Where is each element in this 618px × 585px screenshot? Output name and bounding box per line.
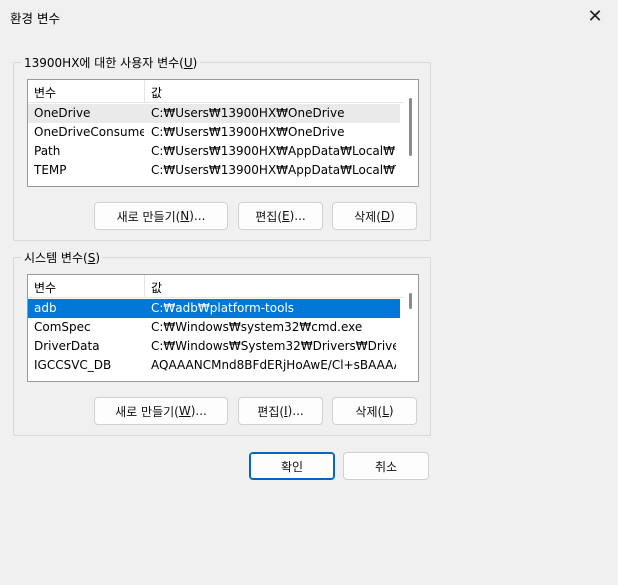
title-bar: 환경 변수 ✕ (0, 0, 618, 32)
table-row[interactable]: OneDriveConsumer C:₩Users₩13900HX₩OneDri… (28, 123, 400, 142)
system-edit-button[interactable]: 편집(I)... (238, 397, 323, 425)
column-header-variable[interactable]: 변수 (34, 279, 56, 296)
user-list-scrollbar[interactable] (404, 80, 418, 186)
user-delete-button[interactable]: 삭제(D) (332, 202, 417, 230)
system-list-scrollbar[interactable] (404, 275, 418, 381)
list-header: 변수 값 (28, 80, 418, 103)
user-variables-legend: 13900HX에 대한 사용자 변수(U) (21, 54, 201, 71)
column-header-value[interactable]: 값 (151, 279, 162, 296)
column-header-value[interactable]: 값 (151, 84, 162, 101)
column-header-variable[interactable]: 변수 (34, 84, 56, 101)
table-row[interactable]: TEMP C:₩Users₩13900HX₩AppData₩Local₩Temp (28, 161, 400, 180)
user-variables-list[interactable]: 변수 값 OneDrive C:₩Users₩13900HX₩OneDrive … (27, 79, 419, 187)
system-variables-group: 시스템 변수(S) 변수 값 adb C:₩adb₩platform-tools… (13, 249, 431, 436)
scrollbar-thumb[interactable] (409, 293, 412, 309)
table-row[interactable]: DriverData C:₩Windows₩System32₩Drivers₩D… (28, 337, 400, 356)
user-variables-group: 13900HX에 대한 사용자 변수(U) 변수 값 OneDrive C:₩U… (13, 54, 431, 241)
table-row[interactable]: IGCCSVC_DB AQAAANCMnd8BFdERjHoAwE/Cl+sBA… (28, 356, 400, 375)
table-row[interactable]: adb C:₩adb₩platform-tools (28, 299, 400, 318)
table-row[interactable]: Path C:₩Users₩13900HX₩AppData₩Local₩Micr… (28, 142, 400, 161)
table-row[interactable]: OneDrive C:₩Users₩13900HX₩OneDrive (28, 104, 400, 123)
cancel-button[interactable]: 취소 (343, 452, 429, 480)
user-edit-button[interactable]: 편집(E)... (238, 202, 323, 230)
scrollbar-thumb[interactable] (409, 98, 412, 156)
close-icon: ✕ (587, 5, 603, 27)
table-row[interactable]: ComSpec C:₩Windows₩system32₩cmd.exe (28, 318, 400, 337)
system-delete-button[interactable]: 삭제(L) (332, 397, 417, 425)
list-header: 변수 값 (28, 275, 418, 298)
close-button[interactable]: ✕ (572, 0, 618, 32)
window-title: 환경 변수 (10, 11, 60, 26)
system-variables-legend: 시스템 변수(S) (21, 249, 104, 266)
ok-button[interactable]: 확인 (249, 452, 335, 480)
system-new-button[interactable]: 새로 만들기(W)... (94, 397, 228, 425)
user-new-button[interactable]: 새로 만들기(N)... (94, 202, 228, 230)
system-variables-list[interactable]: 변수 값 adb C:₩adb₩platform-tools ComSpec C… (27, 274, 419, 382)
